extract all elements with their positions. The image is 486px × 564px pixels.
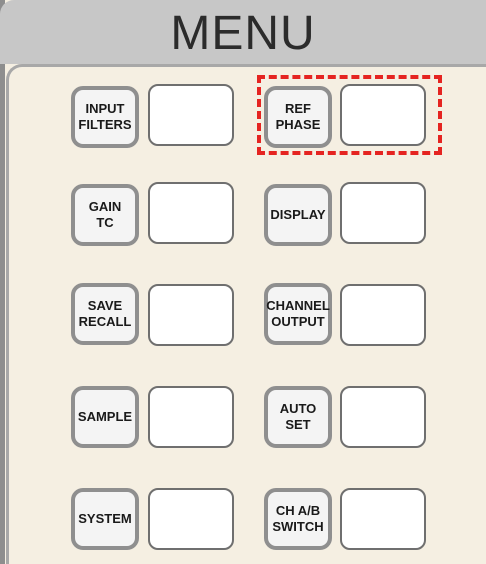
display-button[interactable]: DISPLAY xyxy=(264,184,332,246)
system-label: SYSTEM xyxy=(78,511,132,526)
menu-header: MENU xyxy=(0,0,486,64)
auto-set-label: AUTO SET xyxy=(279,401,317,432)
channel-output-label: CHANNEL OUTPUT xyxy=(266,298,330,329)
system-soft-key[interactable] xyxy=(148,488,234,550)
channel-output-button[interactable]: CHANNEL OUTPUT xyxy=(264,283,332,345)
display-soft-key[interactable] xyxy=(340,182,426,244)
input-filters-soft-key[interactable] xyxy=(148,84,234,146)
ch-ab-switch-soft-key[interactable] xyxy=(340,488,426,550)
gain-tc-button[interactable]: GAIN TC xyxy=(71,184,139,246)
gain-tc-soft-key[interactable] xyxy=(148,182,234,244)
ch-ab-switch-button[interactable]: CH A/B SWITCH xyxy=(264,488,332,550)
sample-button[interactable]: SAMPLE xyxy=(71,386,139,448)
channel-output-soft-key[interactable] xyxy=(340,284,426,346)
save-recall-button[interactable]: SAVE RECALL xyxy=(71,283,139,345)
system-button[interactable]: SYSTEM xyxy=(71,488,139,550)
sample-label: SAMPLE xyxy=(77,409,133,424)
menu-panel: MENU INPUT FILTERS REF PHASE GAIN TC DIS… xyxy=(0,0,486,564)
input-filters-button[interactable]: INPUT FILTERS xyxy=(71,86,139,148)
input-filters-label: INPUT FILTERS xyxy=(78,101,132,132)
sample-soft-key[interactable] xyxy=(148,386,234,448)
gain-tc-label: GAIN TC xyxy=(88,199,122,230)
display-label: DISPLAY xyxy=(270,207,326,222)
ref-phase-label: REF PHASE xyxy=(275,101,321,132)
ref-phase-button[interactable]: REF PHASE xyxy=(264,86,332,148)
ref-phase-soft-key[interactable] xyxy=(340,84,426,146)
save-recall-label: SAVE RECALL xyxy=(78,298,132,329)
save-recall-soft-key[interactable] xyxy=(148,284,234,346)
ch-ab-switch-label: CH A/B SWITCH xyxy=(272,503,324,534)
menu-title: MENU xyxy=(170,7,316,60)
auto-set-soft-key[interactable] xyxy=(340,386,426,448)
auto-set-button[interactable]: AUTO SET xyxy=(264,386,332,448)
